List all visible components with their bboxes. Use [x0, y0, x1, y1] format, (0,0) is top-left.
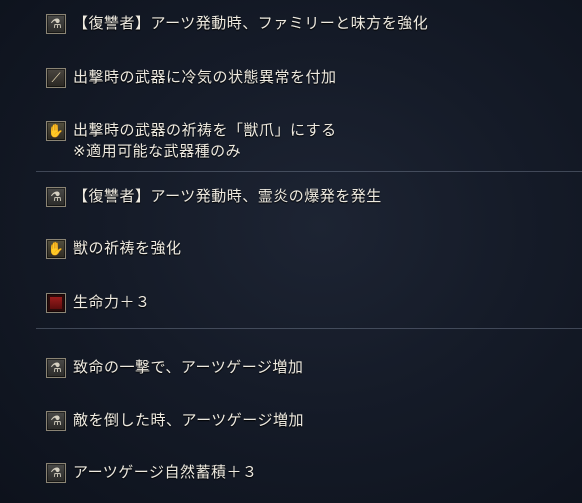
effect-text: 敵を倒した時、アーツゲージ増加 — [73, 411, 305, 429]
flask-icon: ⚗ — [46, 14, 66, 34]
effect-text: 生命力＋３ — [73, 293, 151, 311]
effect-text: 出撃時の武器の祈祷を「獣爪」にする ※適用可能な武器種のみ — [73, 120, 337, 162]
effect-text: 致命の一撃で、アーツゲージ増加 — [73, 358, 304, 376]
scroll-icon: ✋ — [46, 239, 66, 259]
blade-icon: ⟋ — [46, 68, 66, 88]
effect-row[interactable]: ✋ 獣の祈祷を強化 — [46, 238, 182, 259]
effects-panel: ⚗ 【復讐者】アーツ発動時、ファミリーと味方を強化 ⟋ 出撃時の武器に冷気の状態… — [0, 0, 582, 503]
effect-text: 出撃時の武器に冷気の状態異常を付加 — [73, 68, 337, 86]
effect-main-text: 出撃時の武器の祈祷を「獣爪」にする — [73, 121, 337, 139]
effect-row[interactable]: ⟋ 出撃時の武器に冷気の状態異常を付加 — [46, 67, 337, 88]
effect-row[interactable]: ⚗ 致命の一撃で、アーツゲージ増加 — [46, 357, 303, 378]
flask-icon: ⚗ — [46, 411, 66, 431]
effect-text: 【復讐者】アーツ発動時、ファミリーと味方を強化 — [73, 14, 429, 32]
effect-row[interactable]: ⚗ 【復讐者】アーツ発動時、ファミリーと味方を強化 — [46, 13, 428, 34]
effect-note-text: ※適用可能な武器種のみ — [73, 142, 242, 160]
red-square-icon — [46, 293, 66, 313]
effect-row[interactable]: ⚗ 【復讐者】アーツ発動時、霊炎の爆発を発生 — [46, 186, 382, 207]
effect-row[interactable]: ✋ 出撃時の武器の祈祷を「獣爪」にする ※適用可能な武器種のみ — [46, 120, 337, 162]
flask-icon: ⚗ — [46, 463, 66, 483]
effect-text: アーツゲージ自然蓄積＋３ — [73, 463, 258, 481]
effect-row[interactable]: ⚗ 敵を倒した時、アーツゲージ増加 — [46, 410, 304, 431]
scroll-icon: ✋ — [46, 121, 66, 141]
flask-icon: ⚗ — [46, 358, 66, 378]
effect-row[interactable]: 生命力＋３ — [46, 292, 151, 313]
effect-text: 【復讐者】アーツ発動時、霊炎の爆発を発生 — [73, 187, 382, 205]
effect-text: 獣の祈祷を強化 — [73, 239, 182, 257]
effect-row[interactable]: ⚗ アーツゲージ自然蓄積＋３ — [46, 462, 258, 483]
flask-icon: ⚗ — [46, 187, 66, 207]
